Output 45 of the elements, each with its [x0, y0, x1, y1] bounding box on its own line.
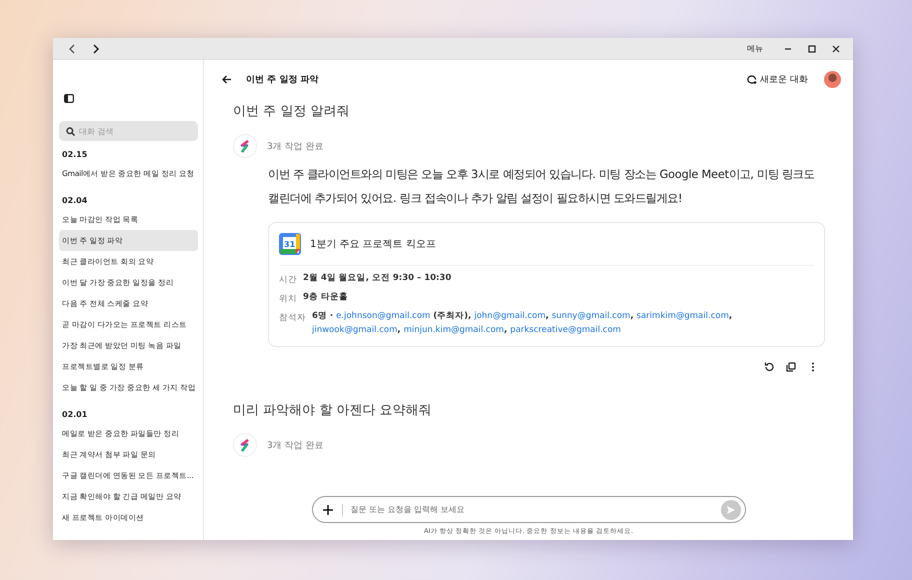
sidebar-icon [64, 94, 74, 103]
bolt-logo-icon [239, 140, 251, 152]
attendee-list: 6명 · e.johnson@gmail.com (주최자), john@gmail.com, sunny@gmail.com, sarimkim@gmail.com, jinwook@gmail.com, minjun.kim@gmail.com, parkscreative@gmail.com [312, 309, 814, 337]
field-label: 위치 [279, 293, 297, 305]
close-icon [832, 44, 840, 52]
chat-plus-icon [747, 74, 758, 84]
field-value: 9층 타운홀 [303, 291, 348, 304]
task-status: 3개 작업 완료 [267, 140, 324, 152]
date-heading: 02.15 [62, 150, 88, 159]
chevron-right-icon [92, 44, 100, 54]
calendar-icon: 31 [279, 233, 301, 255]
copy-icon [786, 362, 796, 372]
field-value: 2월 4일 월요일, 오전 9:30 – 10:30 [303, 272, 452, 285]
maximize-icon [808, 44, 816, 52]
event-title: 1분기 주요 프로젝트 킥오프 [310, 238, 436, 251]
email-link[interactable]: sunny@gmail.com [552, 311, 630, 321]
back-arrow-icon [222, 74, 232, 84]
email-link[interactable]: jinwook@gmail.com [312, 325, 398, 335]
search-field[interactable]: 대화 검색 [59, 121, 198, 141]
field-label: 시간 [279, 274, 297, 286]
plus-icon [322, 504, 334, 516]
answer-text: 이번 주 클라이언트와의 미팅은 오늘 오후 3시로 예정되어 있습니다. 미팅 장소는 Google Meet이고, 미팅 링크도 캘린더에 추가되어 있어요. 링크 접속이나 추가 알림 설정이 필요하시면 도와드릴게요! [268, 166, 816, 207]
date-heading: 02.01 [62, 410, 88, 419]
task-status: 3개 작업 완료 [267, 440, 324, 452]
email-link[interactable]: e.johnson@gmail.com [336, 311, 430, 321]
email-link[interactable]: sarimkim@gmail.com [636, 311, 729, 321]
menu-button[interactable]: 메뉴 [747, 43, 763, 54]
user-prompt: 미리 파악해야 할 아젠다 요약해줘 [233, 402, 433, 419]
email-link[interactable]: john@gmail.com [474, 311, 546, 321]
chevron-left-icon [68, 44, 76, 54]
date-heading: 02.04 [62, 196, 88, 205]
refresh-icon [764, 362, 774, 372]
attach-button[interactable] [322, 504, 334, 516]
conversation-title: 이번 주 일정 파악 [246, 74, 318, 86]
bolt-logo-icon [239, 438, 251, 452]
email-link[interactable]: minjun.kim@gmail.com [404, 325, 504, 335]
send-icon [726, 504, 736, 514]
new-chat-button[interactable]: 새로운 대화 [747, 72, 808, 86]
message-composer[interactable]: 질문 또는 요청을 입력해 보세요 [312, 496, 746, 523]
email-link[interactable]: parkscreative@gmail.com [510, 325, 621, 335]
field-label: 참석자 [279, 312, 306, 325]
sidebar-toggle-button[interactable] [62, 91, 76, 105]
more-icon [811, 362, 815, 372]
avatar[interactable] [824, 70, 841, 88]
user-prompt: 이번 주 일정 알려줘 [233, 103, 350, 120]
